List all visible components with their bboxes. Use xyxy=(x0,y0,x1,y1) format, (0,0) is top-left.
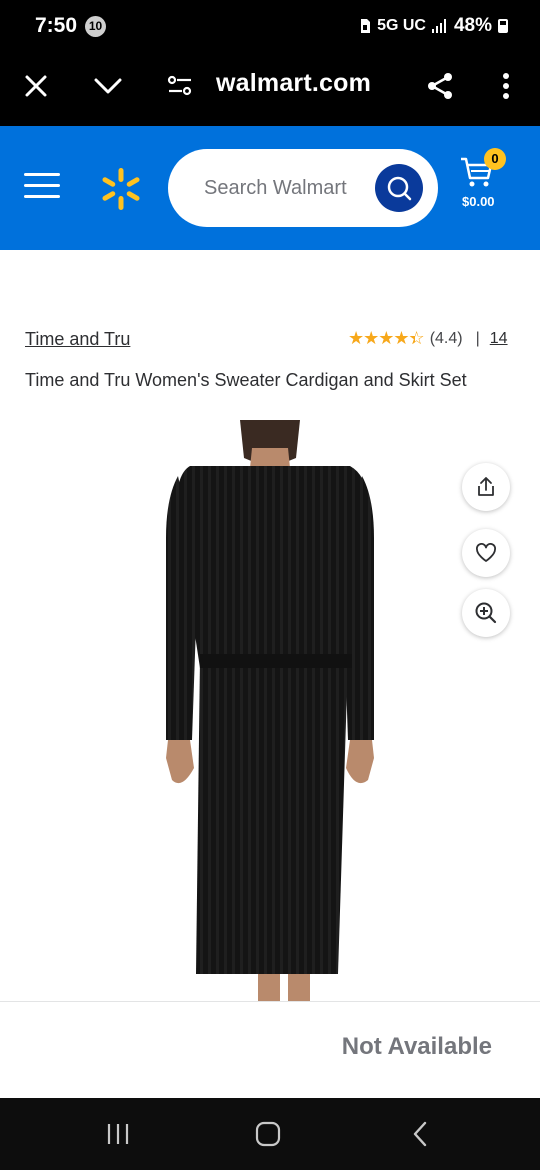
cart-total: $0.00 xyxy=(462,194,495,209)
walmart-header: Search Walmart 0 $0.00 xyxy=(0,126,540,250)
browser-toolbar: walmart.com xyxy=(0,52,540,126)
share-image-button[interactable] xyxy=(462,463,510,511)
availability-status: Not Available xyxy=(341,1033,492,1060)
star-rating: ★★★★☆★ xyxy=(348,328,425,348)
more-vert-icon[interactable] xyxy=(484,64,528,108)
status-indicators: 5G UC 48% xyxy=(359,15,508,37)
back-icon[interactable] xyxy=(400,1116,440,1152)
product-photo xyxy=(166,420,374,1002)
product-image[interactable] xyxy=(0,418,540,1002)
product-title: Time and Tru Women's Sweater Cardigan an… xyxy=(25,370,467,390)
heart-icon xyxy=(476,543,496,562)
chevron-down-icon[interactable] xyxy=(86,64,130,108)
review-count-link[interactable]: 14 xyxy=(490,330,508,348)
search-button[interactable] xyxy=(375,164,423,212)
status-bar: 7:50 10 5G UC 48% xyxy=(0,0,540,52)
network-type: 5G UC xyxy=(377,17,426,34)
share-icon[interactable] xyxy=(418,64,462,108)
notification-count-badge: 10 xyxy=(85,16,106,37)
signal-icon xyxy=(431,19,446,33)
home-icon[interactable] xyxy=(248,1116,288,1152)
divider xyxy=(0,1001,540,1002)
close-icon[interactable] xyxy=(14,64,58,108)
search-placeholder: Search Walmart xyxy=(204,177,347,199)
sim-icon xyxy=(361,19,371,33)
cart-button[interactable]: 0 $0.00 xyxy=(456,148,516,218)
menu-icon[interactable] xyxy=(24,173,60,203)
rating-value: (4.4) xyxy=(429,329,463,347)
walmart-spark-logo[interactable] xyxy=(98,166,144,212)
recent-apps-icon[interactable] xyxy=(98,1116,138,1152)
rating-summary[interactable]: ★★★★☆★ (4.4) | 14 xyxy=(348,328,508,349)
share-icon xyxy=(478,477,494,496)
rating-separator: | xyxy=(475,329,480,347)
status-time: 7:50 xyxy=(35,14,78,37)
zoom-in-icon xyxy=(475,602,497,624)
site-settings-icon[interactable] xyxy=(158,64,202,108)
cart-count-badge: 0 xyxy=(484,148,506,170)
search-input[interactable]: Search Walmart xyxy=(168,149,438,227)
system-nav-bar xyxy=(0,1098,540,1170)
battery-percent: 48% xyxy=(453,15,492,36)
address-bar-url[interactable]: walmart.com xyxy=(216,69,371,98)
brand-link[interactable]: Time and Tru xyxy=(25,329,130,350)
battery-icon xyxy=(498,19,508,33)
zoom-button[interactable] xyxy=(462,589,510,637)
favorite-button[interactable] xyxy=(462,529,510,577)
search-icon xyxy=(387,176,412,201)
